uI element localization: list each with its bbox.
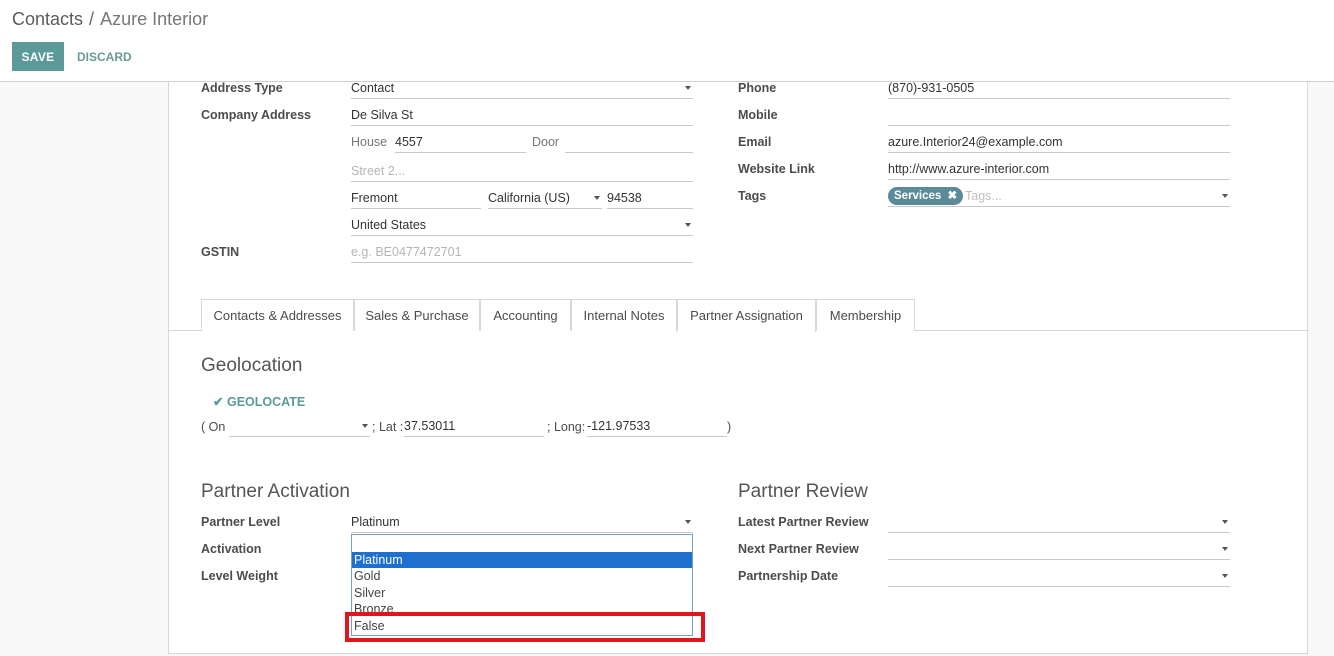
street-input[interactable]: De Silva St: [351, 106, 693, 126]
geolocation-title: Geolocation: [201, 355, 303, 376]
latest-review-label: Latest Partner Review: [738, 515, 869, 529]
tab-membership[interactable]: Membership: [816, 299, 915, 331]
partnership-date-label: Partnership Date: [738, 569, 839, 583]
breadcrumb-contacts-link[interactable]: Contacts: [12, 9, 83, 29]
chevron-down-icon: [685, 520, 691, 524]
company-address-label: Company Address: [201, 108, 311, 122]
partner-level-label: Partner Level: [201, 515, 281, 529]
tab-accounting[interactable]: Accounting: [480, 299, 571, 331]
chevron-down-icon: [594, 196, 600, 200]
latest-review-date-input[interactable]: [888, 513, 1230, 533]
website-label: Website Link: [738, 162, 815, 176]
phone-label: Phone: [738, 81, 777, 95]
chevron-down-icon: [362, 424, 368, 428]
door-label: Door: [532, 135, 560, 149]
lat-input[interactable]: 37.53011: [404, 417, 544, 437]
zip-input[interactable]: 94538: [607, 189, 693, 209]
check-icon: ✔: [213, 395, 224, 409]
tab-contacts-addresses[interactable]: Contacts & Addresses: [201, 299, 354, 331]
tab-partner-assignation[interactable]: Partner Assignation: [677, 299, 816, 332]
street2-input[interactable]: Street 2...: [351, 162, 693, 182]
state-value: California (US): [488, 191, 570, 205]
breadcrumb-current: Azure Interior: [100, 9, 209, 29]
chevron-down-icon: [1222, 194, 1228, 198]
long-label: ; Long:: [547, 420, 586, 434]
house-input[interactable]: 4557: [395, 133, 526, 153]
state-select[interactable]: California (US): [488, 189, 602, 209]
house-label: House: [351, 135, 388, 149]
mobile-input[interactable]: [888, 106, 1230, 126]
partner-activation-title: Partner Activation: [201, 481, 350, 502]
close-icon[interactable]: ✖: [948, 190, 958, 202]
gstin-label: GSTIN: [201, 245, 240, 259]
next-review-label: Next Partner Review: [738, 542, 859, 556]
dropdown-option-platinum[interactable]: Platinum: [352, 552, 692, 568]
address-type-value: Contact: [351, 81, 395, 95]
partner-review-title: Partner Review: [738, 481, 868, 502]
partnership-date-input[interactable]: [888, 567, 1230, 587]
chevron-down-icon: [685, 223, 691, 227]
next-review-date-input[interactable]: [888, 540, 1230, 560]
tags-placeholder: Tags...: [965, 189, 1002, 203]
address-type-select[interactable]: Contact: [351, 79, 693, 99]
dropdown-option-gold[interactable]: Gold: [352, 568, 692, 584]
tag-services[interactable]: Services ✖: [888, 187, 964, 205]
lat-label: ; Lat :: [372, 420, 404, 434]
partner-level-select[interactable]: Platinum: [351, 513, 693, 533]
address-type-label: Address Type: [201, 81, 283, 95]
chevron-down-icon: [685, 86, 691, 90]
geolocate-button[interactable]: ✔ GEOLOCATE: [213, 394, 305, 409]
door-input[interactable]: [565, 133, 693, 153]
country-value: United States: [351, 218, 427, 232]
mobile-label: Mobile: [738, 108, 778, 122]
chevron-down-icon: [1222, 547, 1228, 551]
activation-label: Activation: [201, 542, 262, 556]
partner-level-value: Platinum: [351, 515, 400, 529]
gstin-input[interactable]: e.g. BE0477472701: [351, 243, 693, 263]
geo-on-label: ( On: [201, 420, 226, 434]
level-weight-label: Level Weight: [201, 569, 278, 583]
tab-sales-purchase[interactable]: Sales & Purchase: [354, 299, 480, 331]
geo-date-select[interactable]: [229, 417, 370, 437]
chevron-down-icon: [1222, 520, 1228, 524]
dropdown-option-silver[interactable]: Silver: [352, 585, 692, 601]
breadcrumb-separator: /: [89, 9, 95, 29]
highlight-annotation-box: [345, 612, 705, 642]
website-input[interactable]: http://www.azure-interior.com: [888, 160, 1230, 180]
geo-close-paren: ): [727, 420, 732, 434]
tab-internal-notes[interactable]: Internal Notes: [571, 299, 677, 331]
chevron-down-icon: [1222, 574, 1228, 578]
save-button[interactable]: SAVE: [12, 42, 64, 71]
country-select[interactable]: United States: [351, 216, 693, 236]
geolocate-label: GEOLOCATE: [226, 395, 306, 409]
tag-label: Services: [894, 190, 942, 202]
email-label: Email: [738, 135, 772, 149]
breadcrumb: Contacts / Azure Interior: [12, 9, 208, 30]
tags-label: Tags: [738, 189, 767, 203]
city-input[interactable]: Fremont: [351, 189, 481, 209]
form-sheet: Address Type Contact Company Address De …: [168, 79, 1309, 654]
long-input[interactable]: -121.97533: [587, 417, 727, 437]
discard-button[interactable]: DISCARD: [77, 42, 132, 71]
control-panel: Contacts / Azure Interior SAVE DISCARD: [0, 0, 1334, 82]
email-input[interactable]: azure.Interior24@example.com: [888, 133, 1230, 153]
phone-input[interactable]: (870)-931-0505: [888, 79, 1230, 99]
